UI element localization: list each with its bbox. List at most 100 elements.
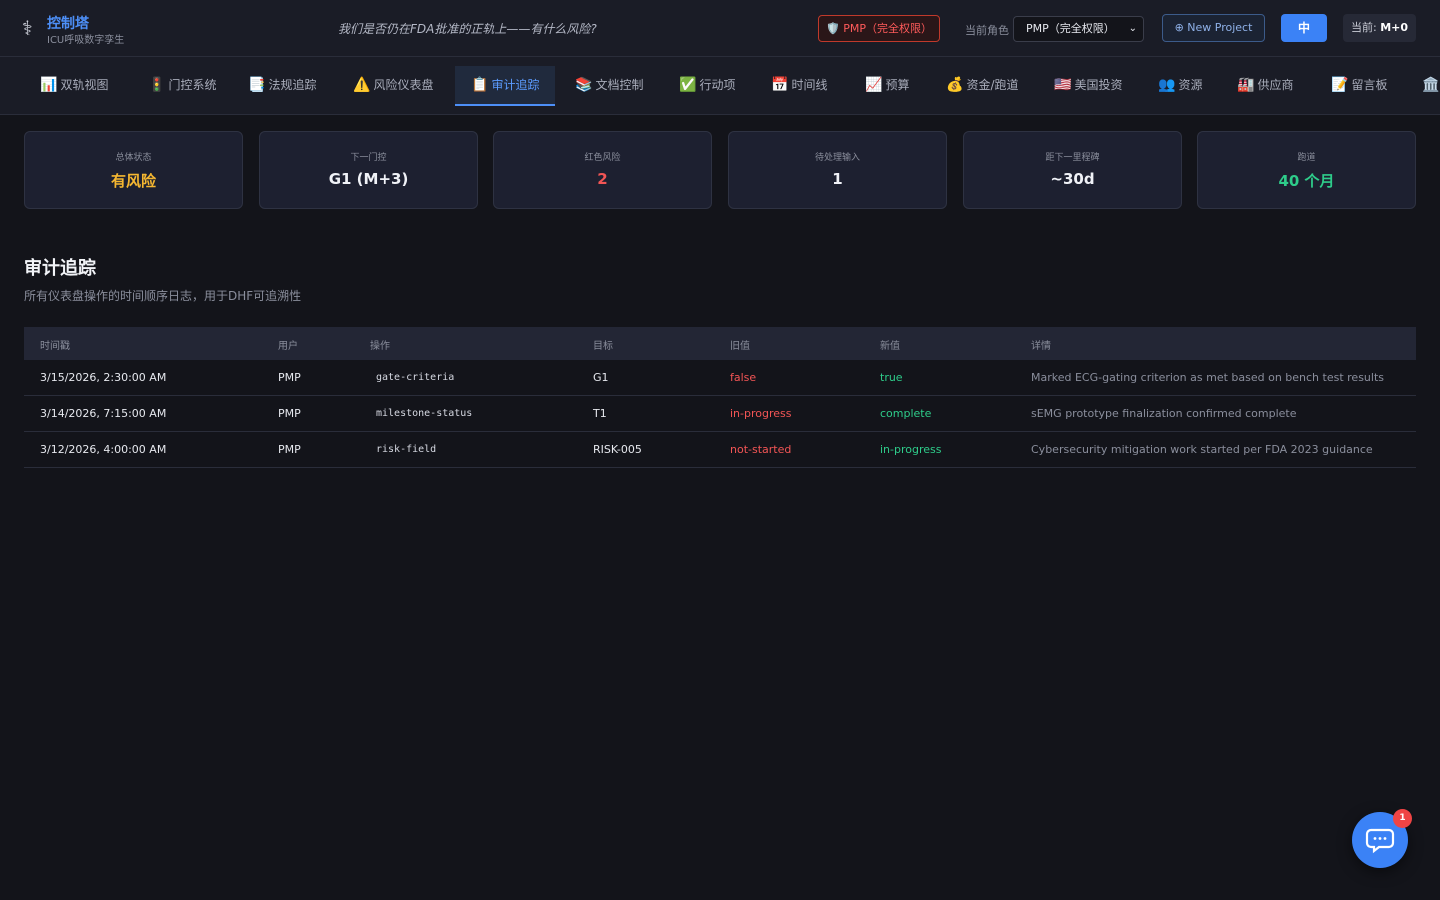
language-toggle-button[interactable]: 中	[1281, 14, 1327, 42]
cell-old-value: not-started	[730, 443, 792, 456]
people-icon: 👥	[1158, 77, 1176, 93]
tab-label: 行动项	[699, 78, 736, 92]
cell-target: RISK-005	[593, 443, 642, 456]
kpi-overall-status: 总体状态 有风险	[24, 131, 243, 209]
header-tagline: 我们是否仍在FDA批准的正轨上——有什么风险?	[338, 22, 597, 36]
kpi-runway: 跑道 40 个月	[1197, 131, 1416, 209]
column-header: 旧值	[730, 341, 750, 352]
cell-details: Marked ECG-gating criterion as met based…	[1031, 371, 1384, 384]
traffic-light-icon: 🚦	[148, 77, 166, 93]
tab-label: 风险仪表盘	[373, 78, 434, 92]
tab-label: 预算	[885, 78, 910, 92]
table-row: 3/15/2026, 2:30:00 AM PMP gate-criteria …	[24, 360, 1416, 396]
tab-audit-trail[interactable]: 📋 审计追踪	[455, 66, 556, 106]
cell-new-value: true	[880, 371, 903, 384]
kpi-value: 40 个月	[1278, 172, 1335, 190]
trend-chart-icon: 📈	[865, 77, 883, 93]
tab-action-items[interactable]: ✅ 行动项	[663, 66, 751, 106]
kpi-label: 跑道	[1297, 153, 1316, 163]
bar-chart-icon: 📊	[40, 77, 58, 93]
column-header: 操作	[370, 341, 390, 352]
kpi-label: 下一门控	[350, 153, 387, 163]
clipboard-icon: 📋	[471, 77, 489, 93]
cell-action: gate-criteria	[376, 372, 455, 383]
warning-icon: ⚠️	[353, 77, 371, 93]
kpi-label: 待处理输入	[814, 153, 860, 163]
tab-resources[interactable]: 👥 资源	[1142, 66, 1218, 106]
tab-dual-track[interactable]: 📊 双轨视图	[24, 66, 124, 106]
notification-badge: 1	[1393, 809, 1412, 828]
cell-new-value: complete	[880, 407, 932, 420]
tab-us-investment[interactable]: 🇺🇸 美国投资	[1038, 66, 1138, 106]
tab-label: 法规追踪	[268, 78, 317, 92]
table-header: 时间戳 用户 操作 目标 旧值 新值 详情	[24, 327, 1416, 360]
tab-label: 双轨视图	[60, 78, 109, 92]
kpi-next-milestone: 距下一里程碑 ~30d	[963, 131, 1182, 209]
page-subtitle: 所有仪表盘操作的时间顺序日志，用于DHF可追溯性	[24, 289, 302, 303]
kpi-value: 1	[832, 170, 843, 188]
tab-label: 审计追踪	[491, 78, 540, 92]
table-row: 3/12/2026, 4:00:00 AM PMP risk-field RIS…	[24, 432, 1416, 468]
memo-icon: 📝	[1331, 77, 1349, 93]
cell-user: PMP	[278, 407, 301, 420]
cell-action: milestone-status	[376, 408, 473, 419]
new-project-button[interactable]: ⊕ New Project	[1162, 14, 1265, 42]
books-icon: 📚	[575, 77, 593, 93]
tab-label: 门控系统	[168, 78, 217, 92]
kpi-next-gate: 下一门控 G1 (M+3)	[259, 131, 478, 209]
current-month-value: M+0	[1380, 21, 1409, 34]
audit-table: 时间戳 用户 操作 目标 旧值 新值 详情 3/15/2026, 2:30:00…	[24, 327, 1416, 468]
tab-label: 美国投资	[1074, 78, 1123, 92]
checkmark-icon: ✅	[679, 77, 697, 93]
tab-timeline[interactable]: 📅 时间线	[755, 66, 843, 106]
tab-message-board[interactable]: 📝 留言板	[1315, 66, 1403, 106]
caduceus-icon: ⚕	[22, 16, 33, 40]
tab-institution[interactable]: 🏛️	[1406, 66, 1440, 106]
kpi-value: G1 (M+3)	[328, 170, 409, 188]
tab-bar: 📊 双轨视图 🚦 门控系统 📑 法规追踪 ⚠️ 风险仪表盘 📋 审计追踪 📚 文档控制 ✅ 行…	[0, 57, 1440, 115]
tab-suppliers[interactable]: 🏭 供应商	[1221, 66, 1309, 106]
cell-details: Cybersecurity mitigation work started pe…	[1031, 443, 1373, 456]
cell-old-value: false	[730, 371, 757, 384]
column-header: 详情	[1031, 341, 1051, 352]
kpi-label: 总体状态	[115, 153, 152, 163]
kpi-red-risks: 红色风险 2	[493, 131, 712, 209]
app-title[interactable]: 控制塔	[47, 13, 89, 33]
tab-risk-dashboard[interactable]: ⚠️ 风险仪表盘	[337, 66, 449, 106]
calendar-icon: 📅	[771, 77, 789, 93]
tab-label: 供应商	[1257, 78, 1294, 92]
cell-action: risk-field	[376, 444, 437, 455]
cell-new-value: in-progress	[880, 443, 942, 456]
cell-old-value: in-progress	[730, 407, 792, 420]
tab-regulatory[interactable]: 📑 法规追踪	[232, 66, 332, 106]
tab-funding-runway[interactable]: 💰 资金/跑道	[930, 66, 1034, 106]
us-flag-icon: 🇺🇸	[1054, 77, 1072, 93]
role-label: 当前角色	[965, 24, 1009, 37]
tab-label: 资金/跑道	[966, 78, 1019, 92]
kpi-value: 有风险	[110, 172, 156, 190]
tab-document-control[interactable]: 📚 文档控制	[559, 66, 659, 106]
kpi-value: 2	[597, 170, 608, 188]
cell-timestamp: 3/12/2026, 4:00:00 AM	[40, 443, 167, 456]
cell-timestamp: 3/14/2026, 7:15:00 AM	[40, 407, 167, 420]
column-header: 目标	[593, 341, 613, 352]
document-icon: 📑	[248, 77, 266, 93]
role-select[interactable]: PMP（完全权限） ⌄	[1013, 16, 1144, 42]
cell-target: T1	[593, 407, 607, 420]
role-select-value: PMP（完全权限）	[1026, 22, 1115, 35]
column-header: 新值	[880, 341, 900, 352]
tab-gates[interactable]: 🚦 门控系统	[132, 66, 232, 106]
factory-icon: 🏭	[1237, 77, 1255, 93]
kpi-label: 距下一里程碑	[1045, 153, 1100, 163]
kpi-pending-inputs: 待处理输入 1	[728, 131, 947, 209]
cell-user: PMP	[278, 443, 301, 456]
column-header: 用户	[278, 341, 298, 352]
tab-label: 文档控制	[595, 78, 644, 92]
role-badge: 🛡️ PMP（完全权限）	[818, 15, 940, 42]
cell-timestamp: 3/15/2026, 2:30:00 AM	[40, 371, 167, 384]
kpi-value: ~30d	[1050, 170, 1095, 188]
tab-budget[interactable]: 📈 预算	[849, 66, 925, 106]
money-bag-icon: 💰	[946, 77, 964, 93]
top-header: ⚕ 控制塔 ICU呼吸数字孪生 我们是否仍在FDA批准的正轨上——有什么风险? …	[0, 0, 1440, 57]
chevron-down-icon: ⌄	[1128, 23, 1137, 34]
